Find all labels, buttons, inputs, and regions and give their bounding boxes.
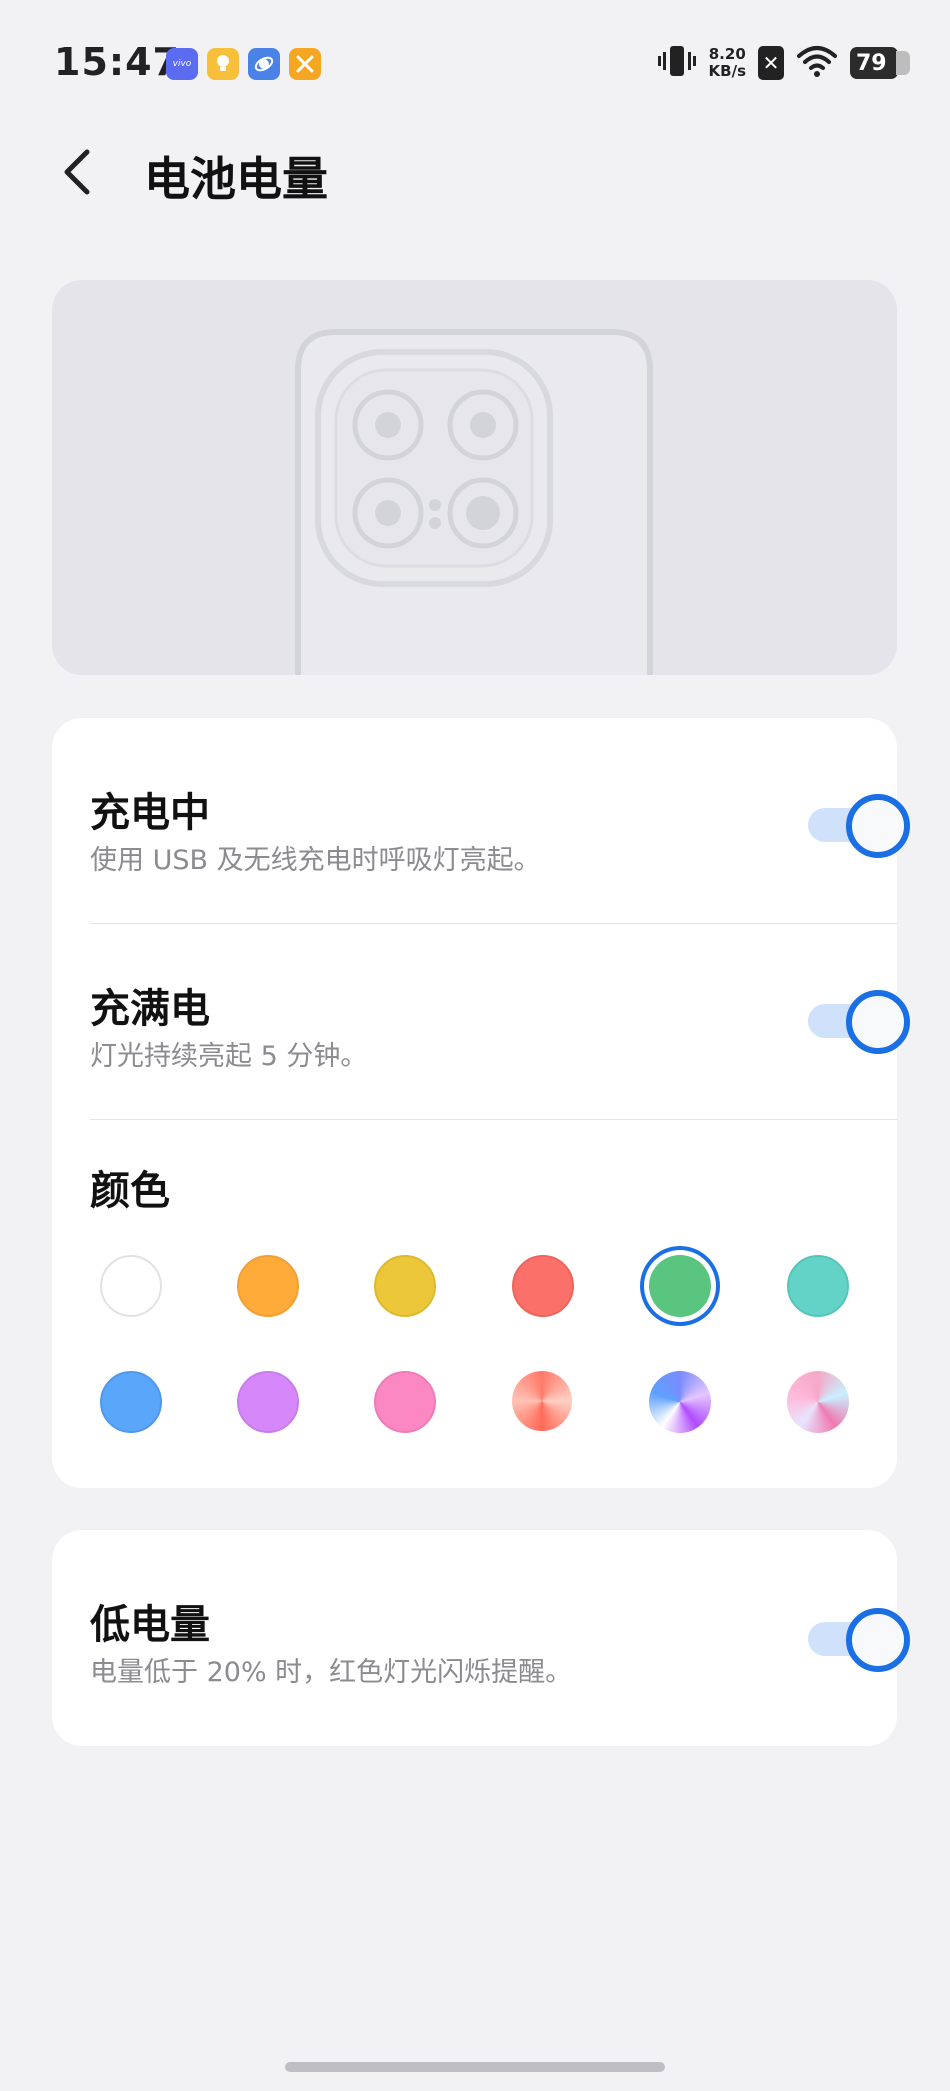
low-battery-title: 低电量 bbox=[90, 1602, 210, 1648]
low-battery-row[interactable]: 低电量 电量低于 20% 时，红色灯光闪烁提醒。 bbox=[90, 1530, 910, 1746]
home-indicator[interactable] bbox=[285, 2062, 665, 2072]
color-title: 颜色 bbox=[90, 1168, 170, 1214]
full-charge-subtitle: 灯光持续亮起 5 分钟。 bbox=[90, 1041, 368, 1072]
status-bar: 15:47 vivo 8.20 KB/s ✕ 79 bbox=[0, 0, 950, 120]
planet-app-icon bbox=[248, 48, 280, 80]
vivo-app-icon-label: vivo bbox=[172, 59, 192, 69]
back-button[interactable] bbox=[52, 142, 102, 202]
low-battery-toggle[interactable] bbox=[808, 1608, 910, 1672]
charging-toggle-knob bbox=[846, 794, 910, 858]
no-sim-icon: ✕ bbox=[758, 46, 784, 80]
status-icons: 8.20 KB/s ✕ 79 bbox=[657, 44, 910, 82]
phone-camera-illustration bbox=[295, 329, 653, 675]
color-swatch-gradient-pastel[interactable] bbox=[787, 1371, 849, 1433]
full-charge-toggle-knob bbox=[846, 990, 910, 1054]
color-swatch-green[interactable] bbox=[649, 1255, 711, 1317]
vibrate-icon bbox=[657, 44, 697, 82]
color-swatch-orange[interactable] bbox=[237, 1255, 299, 1317]
low-battery-card: 低电量 电量低于 20% 时，红色灯光闪烁提醒。 bbox=[52, 1530, 910, 1746]
battery-level: 79 bbox=[856, 50, 887, 76]
color-swatch-yellow[interactable] bbox=[374, 1255, 436, 1317]
network-speed: 8.20 KB/s bbox=[709, 46, 746, 80]
full-charge-title: 充满电 bbox=[90, 986, 210, 1032]
full-charge-row[interactable]: 充满电 灯光持续亮起 5 分钟。 bbox=[90, 924, 910, 1119]
charging-subtitle: 使用 USB 及无线充电时呼吸灯亮起。 bbox=[90, 845, 541, 876]
bulb-app-icon bbox=[207, 48, 239, 80]
color-swatch-pink[interactable] bbox=[374, 1371, 436, 1433]
color-swatch-gradient-violet[interactable] bbox=[649, 1371, 711, 1433]
full-charge-toggle[interactable] bbox=[808, 990, 910, 1054]
low-battery-toggle-knob bbox=[846, 1608, 910, 1672]
color-swatch-white[interactable] bbox=[100, 1255, 162, 1317]
status-time: 15:47 bbox=[54, 40, 180, 84]
color-swatch-gradient-coral[interactable] bbox=[512, 1371, 572, 1431]
low-battery-subtitle: 电量低于 20% 时，红色灯光闪烁提醒。 bbox=[90, 1657, 573, 1688]
battery-icon: 79 bbox=[850, 47, 910, 79]
tools-app-icon bbox=[289, 48, 321, 80]
phone-back-preview bbox=[52, 280, 897, 675]
charging-title: 充电中 bbox=[90, 790, 210, 836]
color-swatch-blue[interactable] bbox=[100, 1371, 162, 1433]
chevron-left-icon bbox=[64, 149, 90, 195]
wifi-icon bbox=[796, 44, 838, 82]
color-swatch-purple[interactable] bbox=[237, 1371, 299, 1433]
divider bbox=[90, 1119, 897, 1120]
color-swatch-teal[interactable] bbox=[787, 1255, 849, 1317]
color-swatch-red[interactable] bbox=[512, 1255, 574, 1317]
charging-toggle[interactable] bbox=[808, 794, 910, 858]
page-title: 电池电量 bbox=[144, 152, 328, 206]
charging-settings-card: 充电中 使用 USB 及无线充电时呼吸灯亮起。 充满电 灯光持续亮起 5 分钟。… bbox=[52, 718, 910, 1488]
vivo-app-icon: vivo bbox=[166, 48, 198, 80]
network-speed-value: 8.20 bbox=[708, 45, 746, 63]
charging-row[interactable]: 充电中 使用 USB 及无线充电时呼吸灯亮起。 bbox=[90, 718, 910, 923]
network-speed-unit: KB/s bbox=[708, 62, 746, 80]
